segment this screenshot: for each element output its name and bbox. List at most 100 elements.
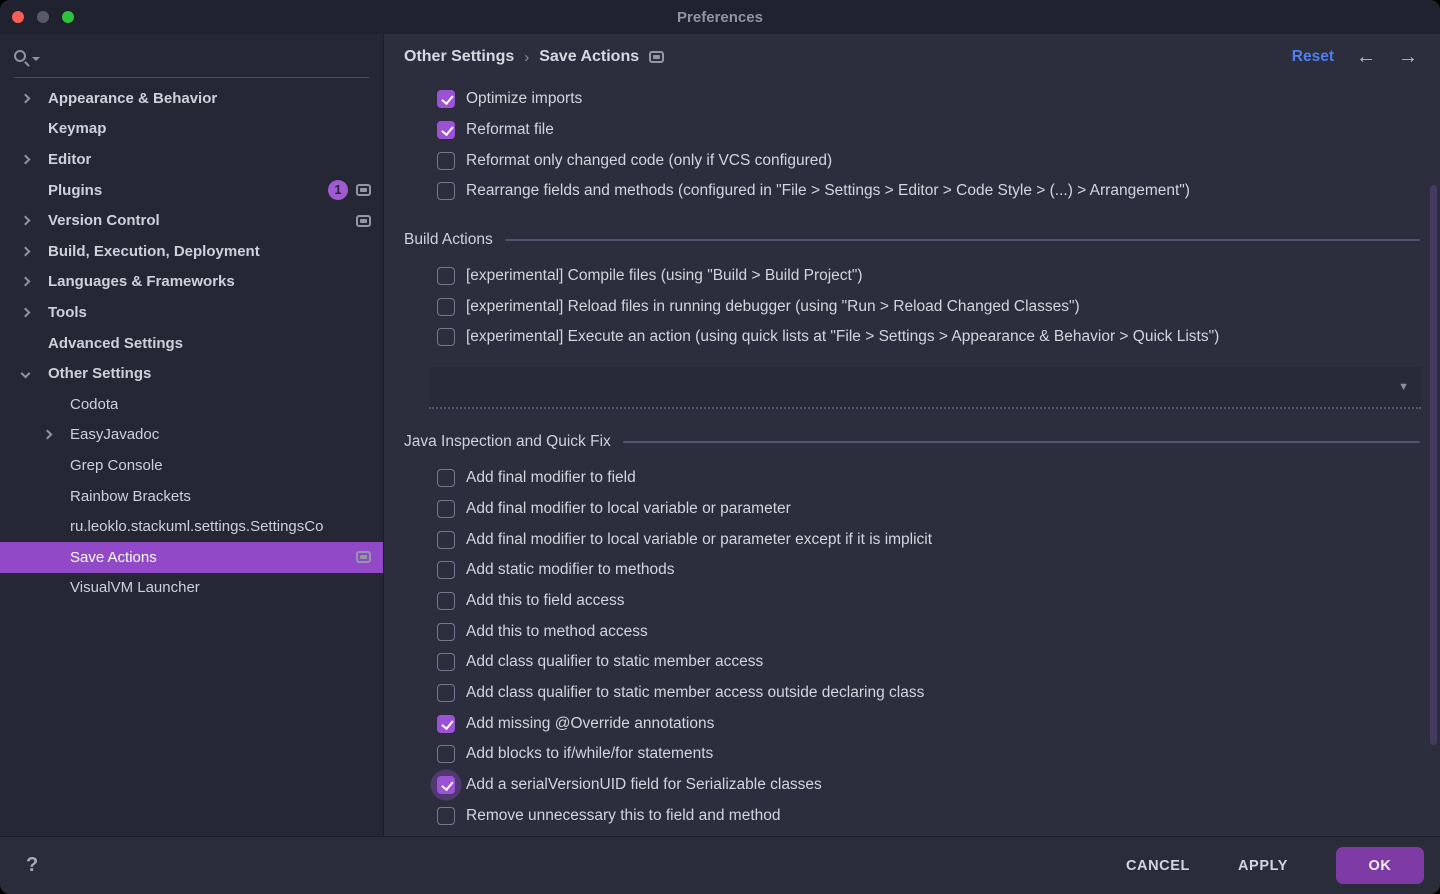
checkbox-label: Add this to field access xyxy=(466,591,625,609)
sidebar-item-label: Plugins xyxy=(48,181,103,199)
sidebar-item-label: Other Settings xyxy=(48,365,152,383)
ok-button[interactable]: OK xyxy=(1336,847,1424,884)
sidebar-item-tools[interactable]: Tools xyxy=(0,297,383,328)
checkbox-row: Remove unnecessary this to field and met… xyxy=(384,800,1440,831)
sidebar-item-label: Editor xyxy=(48,150,92,168)
chevron-right-icon[interactable] xyxy=(20,246,31,257)
checkbox-unchecked-icon[interactable] xyxy=(437,267,455,286)
settings-tree: Appearance & Behavior Keymap Editor Plugins… xyxy=(0,78,383,603)
checkbox-row: Rearrange fields and methods (configured… xyxy=(384,176,1440,207)
sidebar-item-grep-console[interactable]: Grep Console xyxy=(0,450,383,481)
settings-pane-icon xyxy=(649,51,665,63)
sidebar-item-label: Tools xyxy=(48,303,87,321)
chevron-right-icon[interactable] xyxy=(20,154,31,165)
sidebar-item-visualvm-launcher[interactable]: VisualVM Launcher xyxy=(0,573,383,604)
checkbox-row: Add blocks to if/while/for statements xyxy=(384,739,1440,770)
settings-search-field[interactable] xyxy=(14,34,369,78)
checkbox-unchecked-icon[interactable] xyxy=(437,745,455,764)
breadcrumb-separator: › xyxy=(524,48,530,66)
sidebar-item-easyjavadoc[interactable]: EasyJavadoc xyxy=(0,420,383,451)
checkbox-unchecked-icon[interactable] xyxy=(437,499,455,518)
sidebar-item-rainbow-brackets[interactable]: Rainbow Brackets xyxy=(0,481,383,512)
chevron-right-icon[interactable] xyxy=(42,429,53,440)
dropdown-arrow-icon[interactable]: ▼ xyxy=(1398,381,1409,393)
sidebar-item-codota[interactable]: Codota xyxy=(0,389,383,420)
checkbox-row: Add a serialVersionUID field for Seriali… xyxy=(384,770,1440,801)
checkbox-label: Remove unnecessary this to field and met… xyxy=(466,806,781,824)
checkbox-unchecked-icon[interactable] xyxy=(437,469,455,488)
reset-button[interactable]: Reset xyxy=(1292,48,1334,66)
settings-sidebar: Appearance & Behavior Keymap Editor Plugins… xyxy=(0,34,384,836)
sidebar-item-version-control[interactable]: Version Control xyxy=(0,205,383,236)
checkbox-row: Add static modifier to methods xyxy=(384,555,1440,586)
sidebar-item-ru-leoklo-stackuml-settings-settingsco[interactable]: ru.leoklo.stackuml.settings.SettingsCo xyxy=(0,511,383,542)
section-divider-line xyxy=(622,440,1420,443)
breadcrumb-page[interactable]: Save Actions xyxy=(539,48,639,66)
sidebar-item-plugins[interactable]: Plugins 1 xyxy=(0,175,383,206)
checkbox-label: [experimental] Reload files in running d… xyxy=(466,297,1080,315)
checkbox-label: Add a serialVersionUID field for Seriali… xyxy=(466,776,822,794)
sidebar-item-label: Build, Execution, Deployment xyxy=(48,242,260,260)
sidebar-item-label: Version Control xyxy=(48,212,160,230)
checkbox-unchecked-icon[interactable] xyxy=(437,151,455,170)
checkbox-unchecked-icon[interactable] xyxy=(437,806,455,825)
preferences-window: Preferences Appearance & Behavior Keymap E… xyxy=(0,0,1440,894)
checkbox-checked-icon[interactable] xyxy=(437,776,455,795)
settings-pane-icon xyxy=(356,214,371,227)
checkbox-label: Reformat file xyxy=(466,121,554,139)
cancel-button[interactable]: CANCEL xyxy=(1126,858,1190,874)
settings-main-panel: Other Settings › Save Actions Reset ← → … xyxy=(384,34,1440,836)
checkbox-unchecked-icon[interactable] xyxy=(437,683,455,702)
section-header-build-actions: Build Actions xyxy=(404,231,1420,249)
checkbox-label: [experimental] Execute an action (using … xyxy=(466,328,1220,346)
chevron-right-icon[interactable] xyxy=(20,93,31,104)
chevron-right-icon[interactable] xyxy=(20,307,31,318)
checkbox-unchecked-icon[interactable] xyxy=(437,530,455,549)
sidebar-item-save-actions[interactable]: Save Actions xyxy=(0,541,383,573)
sidebar-item-editor[interactable]: Editor xyxy=(0,144,383,175)
checkbox-label: Optimize imports xyxy=(466,90,583,108)
search-options-caret-icon[interactable] xyxy=(32,56,40,61)
checkbox-checked-icon[interactable] xyxy=(437,90,455,109)
checkbox-row: Reformat file xyxy=(384,115,1440,146)
checkbox-label: [experimental] Compile files (using "Bui… xyxy=(466,267,863,285)
sidebar-item-label: Rainbow Brackets xyxy=(70,487,191,505)
checkbox-unchecked-icon[interactable] xyxy=(437,297,455,316)
apply-button[interactable]: APPLY xyxy=(1238,858,1288,874)
sidebar-item-build-execution-deployment[interactable]: Build, Execution, Deployment xyxy=(0,236,383,267)
sidebar-item-label: Languages & Frameworks xyxy=(48,273,235,291)
action-dropdown[interactable]: ▼ xyxy=(429,366,1421,409)
checkbox-unchecked-icon[interactable] xyxy=(437,182,455,201)
chevron-right-icon[interactable] xyxy=(20,276,31,287)
checkbox-unchecked-icon[interactable] xyxy=(437,591,455,610)
checkbox-label: Add missing @Override annotations xyxy=(466,714,715,732)
chevron-down-icon[interactable] xyxy=(20,368,31,379)
sidebar-item-appearance-behavior[interactable]: Appearance & Behavior xyxy=(0,83,383,114)
sidebar-item-label: Appearance & Behavior xyxy=(48,89,218,107)
checkbox-unchecked-icon[interactable] xyxy=(437,328,455,347)
checkbox-row: Add final modifier to local variable or … xyxy=(384,494,1440,525)
vertical-scrollbar-thumb[interactable] xyxy=(1430,185,1437,745)
checkbox-checked-icon[interactable] xyxy=(437,714,455,733)
settings-pane-icon xyxy=(356,184,371,197)
checkbox-row: Reformat only changed code (only if VCS … xyxy=(384,145,1440,176)
checkbox-unchecked-icon[interactable] xyxy=(437,622,455,641)
forward-arrow-button[interactable]: → xyxy=(1398,47,1418,67)
settings-sections: Build Actions [experimental] Compile file… xyxy=(384,231,1440,831)
settings-content: Optimize imports Reformat file Reformat on… xyxy=(384,80,1440,836)
help-button[interactable]: ? xyxy=(26,854,38,877)
checkbox-checked-icon[interactable] xyxy=(437,121,455,140)
breadcrumb-section[interactable]: Other Settings xyxy=(404,48,514,66)
sidebar-item-advanced-settings[interactable]: Advanced Settings xyxy=(0,328,383,359)
checkbox-unchecked-icon[interactable] xyxy=(437,653,455,672)
sidebar-item-other-settings[interactable]: Other Settings xyxy=(0,358,383,389)
sidebar-item-languages-frameworks[interactable]: Languages & Frameworks xyxy=(0,267,383,298)
chevron-right-icon[interactable] xyxy=(20,215,31,226)
sidebar-item-label: Codota xyxy=(70,395,119,413)
back-arrow-button[interactable]: ← xyxy=(1356,47,1376,67)
checkbox-unchecked-icon[interactable] xyxy=(437,561,455,580)
checkbox-label: Rearrange fields and methods (configured… xyxy=(466,182,1190,200)
sidebar-item-keymap[interactable]: Keymap xyxy=(0,114,383,145)
settings-header: Other Settings › Save Actions Reset ← → xyxy=(384,34,1440,80)
checkbox-label: Add blocks to if/while/for statements xyxy=(466,745,714,763)
